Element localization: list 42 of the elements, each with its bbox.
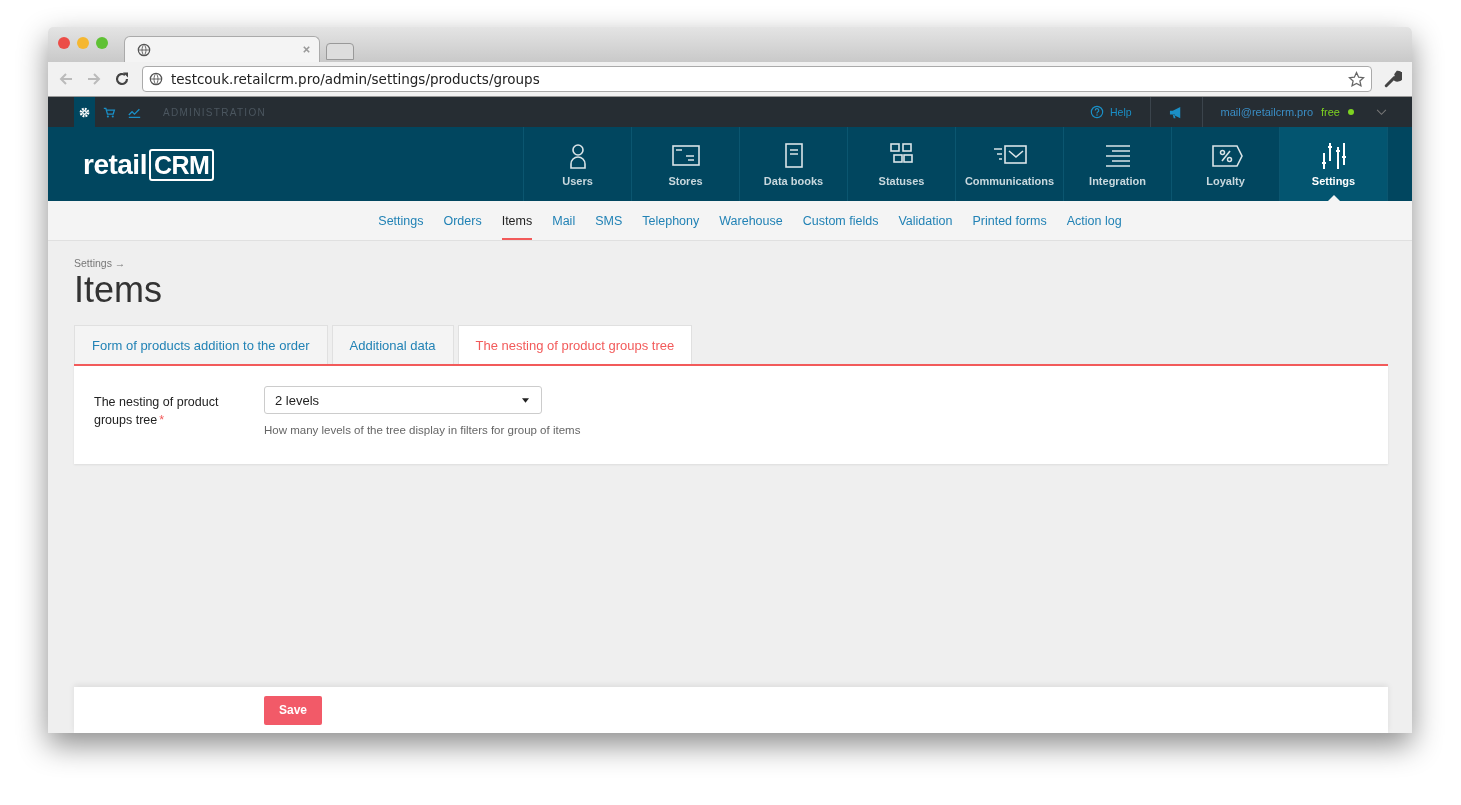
subnav-link[interactable]: Settings <box>378 201 424 240</box>
status-dot <box>1348 109 1354 115</box>
close-tab-icon[interactable] <box>302 45 311 54</box>
tab[interactable]: Form of products addition to the order <box>74 325 328 364</box>
field-label: The nesting of product groups tree * <box>94 394 220 429</box>
tab[interactable]: The nesting of product groups tree <box>457 325 693 364</box>
caret-icon <box>522 397 529 403</box>
field-hint: How many levels of the tree display in filters for group of items <box>264 424 581 436</box>
back-arrow-icon[interactable] <box>58 71 74 87</box>
plan-label: free <box>1321 106 1340 118</box>
bookmark-star-icon[interactable] <box>1348 70 1365 88</box>
save-button[interactable]: Save <box>264 695 323 725</box>
levels-dropdown[interactable]: 2 levels <box>264 386 542 414</box>
subnav-link[interactable]: SMS <box>595 201 623 240</box>
subnav-link[interactable]: Action log <box>1066 201 1122 240</box>
globe-icon <box>149 72 163 86</box>
page-title: Items <box>74 270 163 310</box>
subnav-link[interactable]: Orders <box>443 201 482 240</box>
chevron-down-icon[interactable] <box>1376 108 1387 116</box>
subnav-link[interactable]: Telephony <box>642 201 700 240</box>
gear-icon[interactable] <box>74 97 95 127</box>
close-window-icon[interactable] <box>58 36 70 49</box>
forward-arrow-icon[interactable] <box>86 71 102 87</box>
tab[interactable]: Additional data <box>331 325 454 364</box>
wrench-icon[interactable] <box>1384 70 1402 88</box>
browser-tab[interactable] <box>124 36 320 62</box>
subnav-link[interactable]: Validation <box>898 201 953 240</box>
nav-item[interactable]: Settings <box>1279 127 1388 201</box>
zoom-window-icon[interactable] <box>96 36 108 49</box>
address-bar[interactable]: testcouk.retailcrm.pro/admin/settings/products/groups <box>142 66 1372 92</box>
account-email[interactable]: mail@retailcrm.pro <box>1220 106 1314 118</box>
subnav-link[interactable]: Printed forms <box>972 201 1047 240</box>
subnav-link[interactable]: Items <box>501 201 533 240</box>
breadcrumb[interactable]: Settings → <box>74 257 1388 269</box>
reload-icon[interactable] <box>114 71 130 87</box>
subnav-link[interactable]: Warehouse <box>719 201 783 240</box>
help-icon <box>1089 105 1104 119</box>
globe-icon <box>137 42 151 57</box>
help-link[interactable]: Help <box>1089 105 1132 119</box>
new-tab-button[interactable] <box>326 43 354 60</box>
subnav-link[interactable]: Custom fields <box>802 201 879 240</box>
subnav-link[interactable]: Mail <box>552 201 576 240</box>
